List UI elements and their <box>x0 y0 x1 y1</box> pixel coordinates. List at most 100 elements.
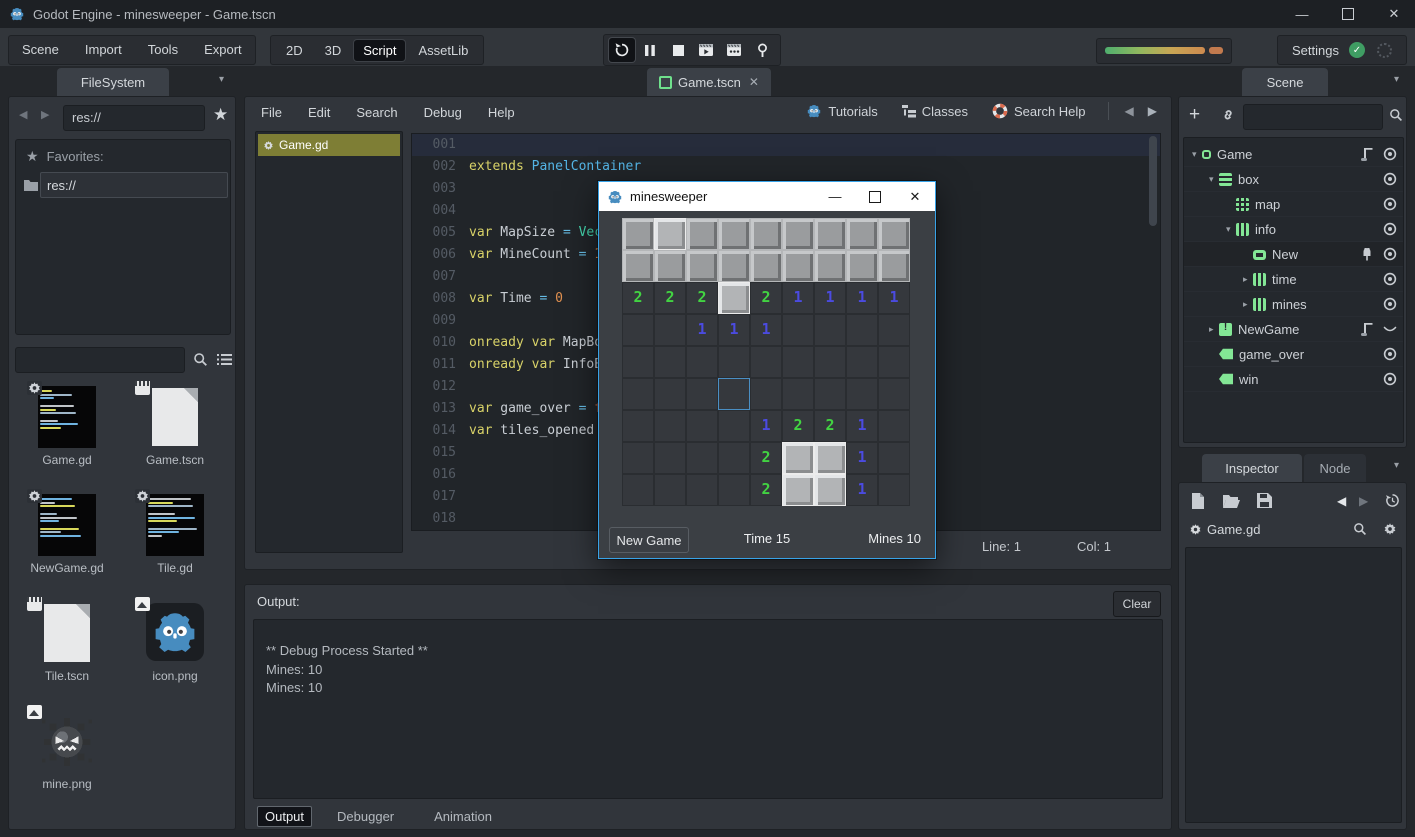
tile-r3c5[interactable] <box>782 314 814 346</box>
new-resource-icon[interactable] <box>1191 493 1205 509</box>
script-attached-icon[interactable] <box>1361 323 1373 336</box>
scene-node-game[interactable]: ▾Game <box>1184 142 1403 167</box>
tile-r6c4[interactable]: 1 <box>750 410 782 442</box>
expand-arrow-icon[interactable]: ▸ <box>1243 274 1253 285</box>
tile-r2c8[interactable]: 1 <box>878 282 910 314</box>
tile-r1c7[interactable] <box>846 250 878 282</box>
tile-r6c2[interactable] <box>686 410 718 442</box>
tile-r1c2[interactable] <box>686 250 718 282</box>
game-minimize-button[interactable]: — <box>815 182 855 211</box>
minesweeper-window[interactable]: minesweeper — ✕ 2222111111112212121 New … <box>598 181 936 559</box>
pause-button[interactable] <box>637 38 663 62</box>
view-tab-assetlib[interactable]: AssetLib <box>409 40 477 61</box>
inspector-tools-icon[interactable] <box>1383 522 1397 536</box>
tile-r4c7[interactable] <box>846 346 878 378</box>
tab-scene-file[interactable]: Game.tscn ✕ <box>647 68 771 96</box>
tile-r1c3[interactable] <box>718 250 750 282</box>
visibility-open-icon[interactable] <box>1383 272 1397 286</box>
file-item-tile-gd[interactable]: Tile.gd <box>121 489 229 597</box>
tile-r2c3[interactable] <box>718 282 750 314</box>
tile-r7c0[interactable] <box>622 442 654 474</box>
tile-r7c8[interactable] <box>878 442 910 474</box>
expand-arrow-icon[interactable]: ▾ <box>1192 149 1202 160</box>
tile-r7c7[interactable]: 1 <box>846 442 878 474</box>
visibility-open-icon[interactable] <box>1383 347 1397 361</box>
tile-r2c6[interactable]: 1 <box>814 282 846 314</box>
menu-import[interactable]: Import <box>72 36 135 64</box>
tile-r8c5[interactable] <box>782 474 814 506</box>
tile-r7c4[interactable]: 2 <box>750 442 782 474</box>
visibility-open-icon[interactable] <box>1383 247 1397 261</box>
visibility-open-icon[interactable] <box>1383 147 1397 161</box>
tile-r3c3[interactable]: 1 <box>718 314 750 346</box>
script-history-forward-icon[interactable]: ▶ <box>1148 104 1157 118</box>
tile-r7c1[interactable] <box>654 442 686 474</box>
list-view-toggle-icon[interactable] <box>217 353 232 366</box>
tile-r5c5[interactable] <box>782 378 814 410</box>
replay-button[interactable] <box>609 38 635 62</box>
tile-r2c0[interactable]: 2 <box>622 282 654 314</box>
tile-r5c3[interactable] <box>718 378 750 410</box>
script-menu-file[interactable]: File <box>261 105 282 120</box>
clear-button[interactable]: Clear <box>1113 591 1161 617</box>
expand-arrow-icon[interactable]: ▸ <box>1243 299 1253 310</box>
tile-r2c5[interactable]: 1 <box>782 282 814 314</box>
tile-r0c4[interactable] <box>750 218 782 250</box>
tab-filesystem[interactable]: FileSystem <box>57 68 169 96</box>
tile-r4c1[interactable] <box>654 346 686 378</box>
close-button[interactable]: ✕ <box>1374 0 1414 28</box>
tile-r4c5[interactable] <box>782 346 814 378</box>
bottom-tab-animation[interactable]: Animation <box>427 807 499 826</box>
script-list-item-game[interactable]: Game.gd <box>258 134 400 156</box>
scene-search-icon[interactable] <box>1389 108 1403 122</box>
visibility-open-icon[interactable] <box>1383 172 1397 186</box>
close-tab-icon[interactable]: ✕ <box>749 75 759 89</box>
script-menu-help[interactable]: Help <box>488 105 515 120</box>
scene-node-box[interactable]: ▾box <box>1184 167 1403 192</box>
tile-r1c0[interactable] <box>622 250 654 282</box>
scene-dock-menu-icon[interactable]: ▾ <box>1394 74 1399 85</box>
tile-r1c6[interactable] <box>814 250 846 282</box>
visibility-open-icon[interactable] <box>1383 197 1397 211</box>
scene-node-info[interactable]: ▾info <box>1184 217 1403 242</box>
tile-r0c5[interactable] <box>782 218 814 250</box>
tile-r3c2[interactable]: 1 <box>686 314 718 346</box>
tile-r7c3[interactable] <box>718 442 750 474</box>
history-back-icon[interactable]: ◀ <box>1337 494 1346 508</box>
history-icon[interactable] <box>1385 493 1400 508</box>
visibility-hidden-icon[interactable] <box>1383 322 1397 336</box>
tile-r1c8[interactable] <box>878 250 910 282</box>
tile-r3c0[interactable] <box>622 314 654 346</box>
load-resource-icon[interactable] <box>1223 495 1240 508</box>
path-field[interactable]: res:// <box>63 105 205 131</box>
search-icon[interactable] <box>193 352 208 367</box>
minesweeper-grid[interactable]: 2222111111112212121 <box>622 218 910 506</box>
file-item-icon-png[interactable]: icon.png <box>121 597 229 705</box>
remote-debug-button[interactable] <box>749 38 775 62</box>
tile-r4c8[interactable] <box>878 346 910 378</box>
expand-arrow-icon[interactable]: ▸ <box>1209 324 1219 335</box>
tile-r6c3[interactable] <box>718 410 750 442</box>
add-node-button[interactable]: + <box>1189 104 1200 126</box>
bottom-tab-debugger[interactable]: Debugger <box>330 807 401 826</box>
tile-r5c6[interactable] <box>814 378 846 410</box>
tile-r5c0[interactable] <box>622 378 654 410</box>
tile-r4c2[interactable] <box>686 346 718 378</box>
tile-r8c1[interactable] <box>654 474 686 506</box>
menu-tools[interactable]: Tools <box>135 36 191 64</box>
tile-r4c0[interactable] <box>622 346 654 378</box>
file-item-mine-png[interactable]: mine.png <box>13 705 121 813</box>
tile-r1c4[interactable] <box>750 250 782 282</box>
tile-r6c8[interactable] <box>878 410 910 442</box>
scene-node-newgame[interactable]: ▸NewGame <box>1184 317 1403 342</box>
minimize-button[interactable]: — <box>1282 0 1322 28</box>
game-maximize-button[interactable] <box>855 182 895 211</box>
tile-r2c4[interactable]: 2 <box>750 282 782 314</box>
instance-scene-button[interactable] <box>1219 107 1235 123</box>
tile-r3c7[interactable] <box>846 314 878 346</box>
tile-r6c7[interactable]: 1 <box>846 410 878 442</box>
tile-r0c2[interactable] <box>686 218 718 250</box>
tile-r4c4[interactable] <box>750 346 782 378</box>
inspector-dock-menu-icon[interactable]: ▾ <box>1394 460 1399 471</box>
help-item-tutorials[interactable]: Tutorials <box>806 103 877 119</box>
